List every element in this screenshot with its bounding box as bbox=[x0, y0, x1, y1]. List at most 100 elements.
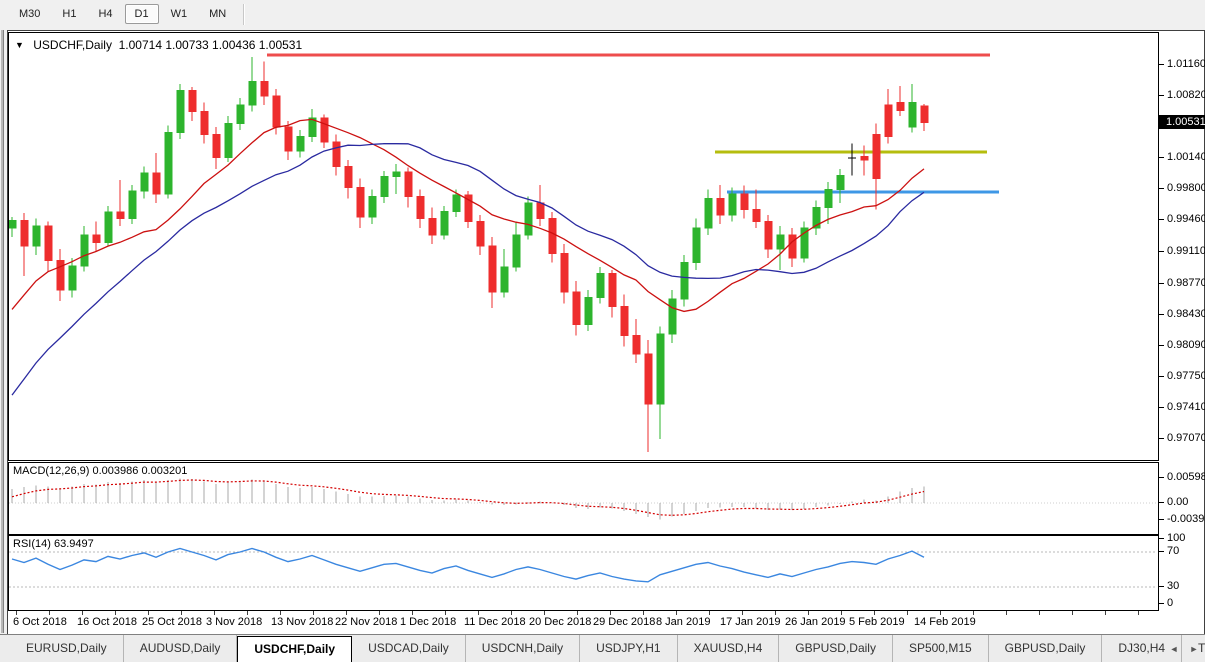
rsi-panel[interactable]: RSI(14) 63.9497 bbox=[8, 535, 1159, 611]
tab-eurusd-daily[interactable]: EURUSD,Daily bbox=[10, 635, 124, 662]
date-tick bbox=[247, 611, 248, 615]
candle-body bbox=[765, 221, 772, 248]
candle-body bbox=[549, 219, 556, 254]
candle-body bbox=[597, 273, 604, 297]
date-tick bbox=[478, 611, 479, 615]
candle-body bbox=[177, 91, 184, 133]
date-tick bbox=[181, 611, 182, 615]
tab-usdcnh-daily[interactable]: USDCNH,Daily bbox=[466, 635, 580, 662]
candle-body bbox=[681, 263, 688, 300]
window-left-edge bbox=[1, 30, 4, 633]
candle-body bbox=[609, 273, 616, 306]
date-tick bbox=[1006, 611, 1007, 615]
ma-slow-line[interactable] bbox=[12, 144, 924, 395]
date-label: 13 Nov 2018 bbox=[271, 616, 333, 628]
date-label: 26 Jan 2019 bbox=[785, 616, 846, 628]
price-tick bbox=[1159, 407, 1164, 408]
price-label: 0.97750 bbox=[1167, 370, 1205, 382]
price-label: 0.98430 bbox=[1167, 308, 1205, 320]
date-tick bbox=[379, 611, 380, 615]
tab-scroll-right-icon[interactable]: ► bbox=[1187, 642, 1201, 656]
tab-usdchf-daily[interactable]: USDCHF,Daily bbox=[237, 636, 352, 662]
timeframe-button-mn[interactable]: MN bbox=[199, 4, 236, 24]
tab-usdcad-daily[interactable]: USDCAD,Daily bbox=[352, 635, 466, 662]
rsi-canvas[interactable] bbox=[9, 536, 1156, 608]
date-tick bbox=[82, 611, 83, 615]
date-tick bbox=[1105, 611, 1106, 615]
tab-gbpusd-daily[interactable]: GBPUSD,Daily bbox=[989, 635, 1103, 662]
candle-body bbox=[201, 112, 208, 135]
price-tick bbox=[1159, 157, 1164, 158]
candle-body bbox=[729, 194, 736, 215]
macd-tick bbox=[1159, 477, 1164, 478]
candle-body bbox=[789, 235, 796, 258]
rsi-label: 70 bbox=[1167, 545, 1179, 557]
candle-body bbox=[321, 118, 328, 142]
date-tick bbox=[346, 611, 347, 615]
candle-body bbox=[645, 354, 652, 404]
candle-body bbox=[357, 188, 364, 217]
macd-histogram bbox=[12, 478, 924, 519]
date-label: 16 Oct 2018 bbox=[77, 616, 137, 628]
chart-workspace: ▼ USDCHF,Daily 1.00714 1.00733 1.00436 1… bbox=[7, 30, 1205, 635]
toolbar-separator bbox=[243, 4, 245, 25]
tab-gbpusd-daily[interactable]: GBPUSD,Daily bbox=[779, 635, 893, 662]
date-tick bbox=[841, 611, 842, 615]
candle-body bbox=[369, 197, 376, 217]
timeframe-button-m30[interactable]: M30 bbox=[9, 4, 50, 24]
timeframe-button-h1[interactable]: H1 bbox=[52, 4, 86, 24]
date-tick bbox=[214, 611, 215, 615]
date-tick bbox=[280, 611, 281, 615]
main-chart-panel[interactable]: ▼ USDCHF,Daily 1.00714 1.00733 1.00436 1… bbox=[8, 32, 1159, 461]
date-tick bbox=[445, 611, 446, 615]
timeframe-button-d1[interactable]: D1 bbox=[125, 4, 159, 24]
date-tick bbox=[1072, 611, 1073, 615]
date-tick bbox=[973, 611, 974, 615]
candle-body bbox=[705, 199, 712, 228]
date-axis[interactable]: 6 Oct 201816 Oct 201825 Oct 20183 Nov 20… bbox=[8, 611, 1158, 633]
chart-tabs: EURUSD,DailyAUDUSD,DailyUSDCHF,DailyUSDC… bbox=[10, 635, 1205, 662]
price-tick bbox=[1159, 188, 1164, 189]
candle-body bbox=[453, 195, 460, 211]
tab-scroll-left-icon[interactable]: ◄ bbox=[1167, 642, 1181, 656]
candle-body bbox=[153, 173, 160, 194]
date-tick bbox=[577, 611, 578, 615]
tab-sp500-m15[interactable]: SP500,M15 bbox=[893, 635, 989, 662]
candle-body bbox=[69, 266, 76, 290]
date-label: 22 Nov 2018 bbox=[335, 616, 397, 628]
candle-body bbox=[249, 81, 256, 105]
candle-body bbox=[513, 235, 520, 267]
timeframe-toolbar: M30H1H4D1W1MN bbox=[0, 0, 1205, 29]
price-tick bbox=[1159, 219, 1164, 220]
candle-body bbox=[165, 133, 172, 194]
candle-body bbox=[921, 106, 928, 123]
chart-tabbar: EURUSD,DailyAUDUSD,DailyUSDCHF,DailyUSDC… bbox=[0, 634, 1205, 662]
timeframe-button-h4[interactable]: H4 bbox=[88, 4, 122, 24]
price-tick bbox=[1159, 376, 1164, 377]
price-tick bbox=[1159, 251, 1164, 252]
date-label: 6 Oct 2018 bbox=[13, 616, 67, 628]
candle-body bbox=[297, 136, 304, 151]
candle-body bbox=[885, 105, 892, 136]
date-tick bbox=[511, 611, 512, 615]
candle-body bbox=[573, 292, 580, 325]
tab-usdjpy-h1[interactable]: USDJPY,H1 bbox=[580, 635, 677, 662]
candle-body bbox=[21, 220, 28, 246]
price-label: 0.98090 bbox=[1167, 339, 1205, 351]
timeframe-button-w1[interactable]: W1 bbox=[161, 4, 198, 24]
candle-body bbox=[741, 194, 748, 210]
main-chart-canvas[interactable] bbox=[9, 33, 1156, 458]
rsi-label: 100 bbox=[1167, 532, 1185, 544]
date-tick bbox=[907, 611, 908, 615]
tab-audusd-daily[interactable]: AUDUSD,Daily bbox=[124, 635, 238, 662]
price-label: 0.99460 bbox=[1167, 213, 1205, 225]
value-axis[interactable]: 1.00531 1.011601.008201.004801.001400.99… bbox=[1159, 31, 1203, 634]
candle-body bbox=[489, 246, 496, 292]
chart-ohlc-values: 1.00714 1.00733 1.00436 1.00531 bbox=[119, 38, 303, 52]
chevron-down-icon[interactable]: ▼ bbox=[15, 40, 24, 50]
tab-xauusd-h4[interactable]: XAUUSD,H4 bbox=[678, 635, 780, 662]
chart-symbol-label: USDCHF,Daily bbox=[33, 38, 112, 52]
date-tick bbox=[940, 611, 941, 615]
macd-panel[interactable]: MACD(12,26,9) 0.003986 0.003201 bbox=[8, 462, 1159, 535]
candle-body bbox=[477, 221, 484, 246]
